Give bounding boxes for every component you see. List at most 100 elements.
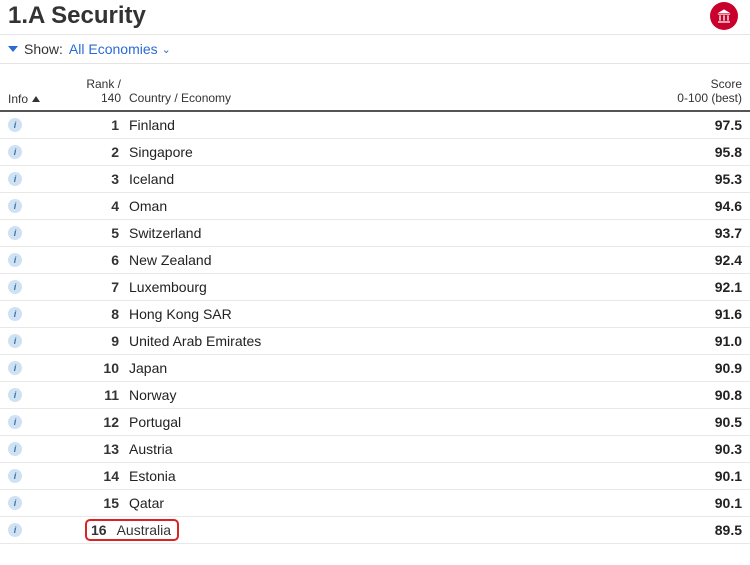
table-row: i 1Finland97.5 <box>0 112 750 139</box>
sort-asc-icon <box>32 96 40 102</box>
col-country[interactable]: Country / Economy <box>121 92 652 106</box>
cell-score: 95.3 <box>652 171 742 187</box>
cell-score: 90.8 <box>652 387 742 403</box>
info-icon[interactable]: i <box>8 172 22 186</box>
table-row: i 13Austria90.3 <box>0 436 750 463</box>
cell-rank: 8 <box>63 306 121 322</box>
table-body: i 1Finland97.5 i 2Singapore95.8 i 3Iceland95.… <box>0 112 750 544</box>
table-row: i7Luxembourg92.1 <box>0 274 750 301</box>
info-icon[interactable]: i <box>8 469 22 483</box>
col-rank-line2: 140 <box>63 92 121 106</box>
info-icon[interactable]: i <box>8 199 22 213</box>
table-row: i 2Singapore95.8 <box>0 139 750 166</box>
info-icon[interactable]: i <box>8 307 22 321</box>
cell-score: 91.6 <box>652 306 742 322</box>
info-icon[interactable]: i <box>8 145 22 159</box>
table-row: i 10Japan90.9 <box>0 355 750 382</box>
col-rank[interactable]: Rank / 140 <box>63 78 121 106</box>
cell-rank: 5 <box>63 225 121 241</box>
cell-country[interactable]: Finland <box>121 117 652 133</box>
cell-country[interactable]: Japan <box>121 360 652 376</box>
institution-icon <box>716 8 732 24</box>
filter-bar: Show: All Economies ⌄ <box>0 34 750 64</box>
cell-country[interactable]: New Zealand <box>121 252 652 268</box>
col-country-label: Country / Economy <box>129 92 231 106</box>
cell-rank: 9 <box>63 333 121 349</box>
info-icon[interactable]: i <box>8 442 22 456</box>
page-header: 1.A Security <box>0 0 750 34</box>
filter-show-label: Show: <box>24 41 63 57</box>
pillar-icon <box>710 2 738 30</box>
cell-score: 90.1 <box>652 468 742 484</box>
filter-dropdown[interactable]: All Economies ⌄ <box>69 41 171 57</box>
cell-country[interactable]: Estonia <box>121 468 652 484</box>
cell-score: 92.4 <box>652 252 742 268</box>
cell-score: 93.7 <box>652 225 742 241</box>
info-icon[interactable]: i <box>8 496 22 510</box>
cell-score: 90.1 <box>652 495 742 511</box>
info-icon[interactable]: i <box>8 415 22 429</box>
info-icon[interactable]: i <box>8 361 22 375</box>
cell-country[interactable]: Qatar <box>121 495 652 511</box>
table-row: i 3Iceland95.3 <box>0 166 750 193</box>
filter-value-text: All Economies <box>69 41 158 57</box>
info-icon[interactable]: i <box>8 523 22 537</box>
info-icon[interactable]: i <box>8 334 22 348</box>
cell-country[interactable]: United Arab Emirates <box>121 333 652 349</box>
cell-country[interactable]: Hong Kong SAR <box>121 306 652 322</box>
cell-country[interactable]: Iceland <box>121 171 652 187</box>
page-title: 1.A Security <box>8 2 146 30</box>
cell-rank: 4 <box>63 198 121 214</box>
chevron-down-icon: ⌄ <box>162 43 171 56</box>
table-row: i 12Portugal90.5 <box>0 409 750 436</box>
col-rank-line1: Rank / <box>63 78 121 92</box>
cell-score: 95.8 <box>652 144 742 160</box>
cell-country[interactable]: Norway <box>121 387 652 403</box>
cell-country[interactable]: Singapore <box>121 144 652 160</box>
cell-score: 90.9 <box>652 360 742 376</box>
info-icon[interactable]: i <box>8 226 22 240</box>
cell-score: 94.6 <box>652 198 742 214</box>
info-icon[interactable]: i <box>8 388 22 402</box>
cell-score: 97.5 <box>652 117 742 133</box>
filter-collapse-icon[interactable] <box>8 46 18 52</box>
cell-country[interactable]: Luxembourg <box>121 279 652 295</box>
cell-country[interactable]: Switzerland <box>121 225 652 241</box>
table-row: i16Australia89.5 <box>0 517 750 544</box>
cell-country[interactable]: Portugal <box>121 414 652 430</box>
cell-rank: 2 <box>63 144 121 160</box>
cell-score: 89.5 <box>652 522 742 538</box>
cell-country: 16Australia <box>121 519 652 541</box>
cell-country[interactable]: Austria <box>121 441 652 457</box>
cell-rank: 3 <box>63 171 121 187</box>
table-row: i 4Oman94.6 <box>0 193 750 220</box>
cell-rank: 11 <box>63 387 121 403</box>
cell-rank: 10 <box>63 360 121 376</box>
info-icon[interactable]: i <box>8 118 22 132</box>
cell-country[interactable]: Oman <box>121 198 652 214</box>
highlight-box: 16Australia <box>85 519 179 541</box>
col-score-line1: Score <box>652 78 742 92</box>
cell-rank: 13 <box>63 441 121 457</box>
table-row: i 6New Zealand92.4 <box>0 247 750 274</box>
cell-rank: 12 <box>63 414 121 430</box>
col-score-line2: 0-100 (best) <box>652 92 742 106</box>
cell-score: 90.5 <box>652 414 742 430</box>
cell-score: 90.3 <box>652 441 742 457</box>
table-row: i 5Switzerland93.7 <box>0 220 750 247</box>
table-row: i 14Estonia90.1 <box>0 463 750 490</box>
info-icon[interactable]: i <box>8 253 22 267</box>
table-row: i 15Qatar90.1 <box>0 490 750 517</box>
cell-rank: 15 <box>63 495 121 511</box>
col-score[interactable]: Score 0-100 (best) <box>652 78 742 106</box>
info-icon[interactable]: i <box>8 280 22 294</box>
col-info-label: Info <box>8 92 28 106</box>
cell-rank: 14 <box>63 468 121 484</box>
cell-score: 92.1 <box>652 279 742 295</box>
table-row: i9United Arab Emirates91.0 <box>0 328 750 355</box>
col-info[interactable]: Info <box>8 92 63 106</box>
table-header: Info Rank / 140 Country / Economy Score … <box>0 64 750 112</box>
cell-rank: 6 <box>63 252 121 268</box>
cell-rank: 1 <box>63 117 121 133</box>
table-row: i 8Hong Kong SAR91.6 <box>0 301 750 328</box>
